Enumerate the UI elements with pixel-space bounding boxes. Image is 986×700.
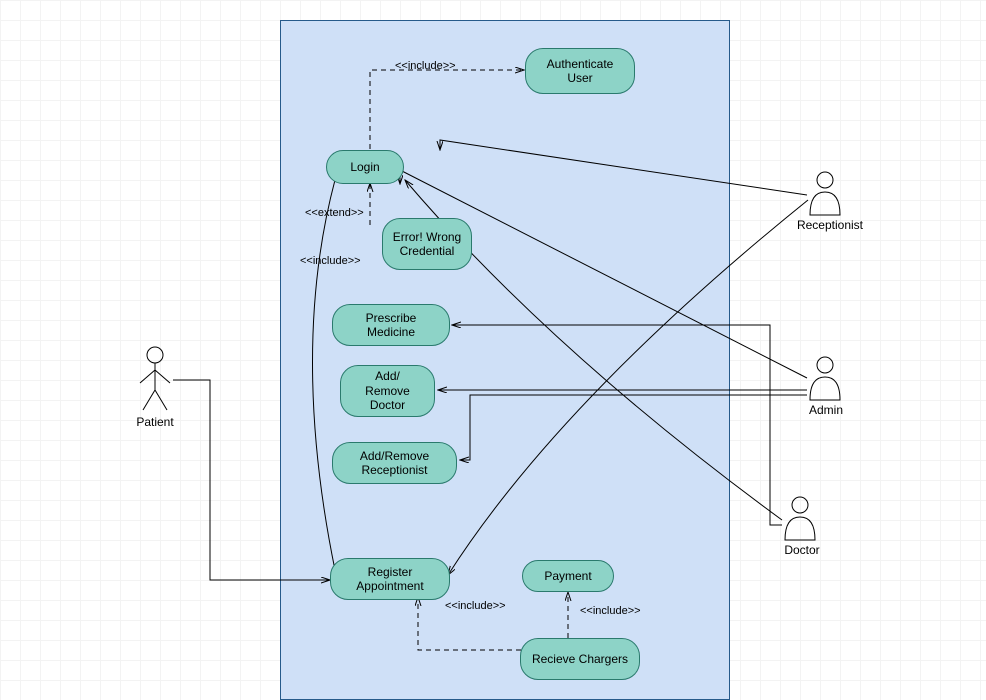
edge-login-curve [313,180,336,570]
actor-doctor [785,497,815,540]
usecase-error-wrong-credential: Error! Wrong Credential [382,218,472,270]
diagram-canvas: Authenticate User Login Error! Wrong Cre… [0,0,986,700]
label-receptionist: Receptionist [790,218,870,232]
edge-receptionist-register [448,200,808,575]
edge-admin-recept [460,395,807,460]
usecase-add-remove-doctor: Add/ Remove Doctor [340,365,435,417]
actor-patient [140,347,170,410]
stereo-include-payment: <<include>> [580,605,641,617]
actor-admin [810,357,840,400]
edge-doctor-prescribe [452,325,782,525]
stereo-include-left: <<include>> [300,255,361,267]
usecase-prescribe-medicine: Prescribe Medicine [332,304,450,346]
usecase-register-appointment: Register Appointment [330,558,450,600]
actor-receptionist [810,172,840,215]
edge-patient-register [173,380,330,580]
label-admin: Admin [806,403,846,417]
stereo-include-register: <<include>> [445,600,506,612]
usecase-recieve-chargers: Recieve Chargers [520,638,640,680]
usecase-login: Login [326,150,404,184]
edge-admin-login [400,170,807,378]
stereo-extend-error: <<extend>> [305,207,364,219]
edge-receptionist-login [440,140,807,195]
usecase-authenticate-user: Authenticate User [525,48,635,94]
stereo-include-auth: <<include>> [395,60,456,72]
edge-login-authenticate [370,70,524,149]
label-patient: Patient [135,415,175,429]
usecase-add-remove-receptionist: Add/Remove Receptionist [332,442,457,484]
connector-layer [0,0,986,700]
usecase-payment: Payment [522,560,614,592]
label-doctor: Doctor [782,543,822,557]
